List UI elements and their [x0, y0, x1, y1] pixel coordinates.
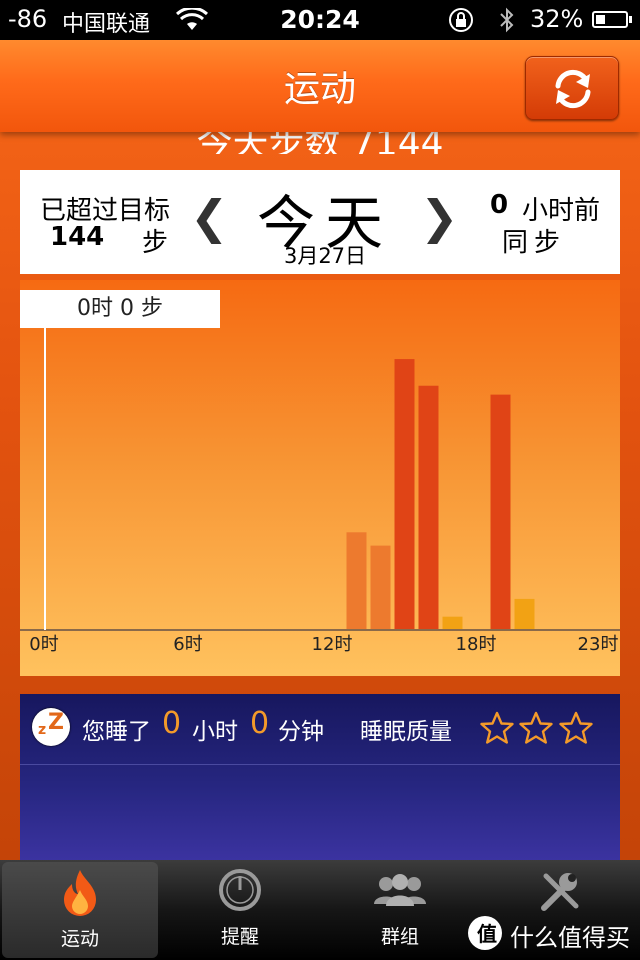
hourly-steps-chart[interactable]: 0时 6时 12时 18时 23时 0时 0 步	[20, 280, 620, 676]
refresh-button[interactable]	[525, 56, 619, 120]
chart-tooltip: 0时 0 步	[20, 290, 220, 328]
bar-chart-svg: 0时 6时 12时 18时 23时	[20, 359, 620, 655]
selected-date: 3月27日	[283, 244, 367, 268]
sync-hours-value: 0	[490, 190, 509, 220]
chart-bar-19[interactable]	[490, 394, 511, 630]
flame-icon	[64, 870, 96, 916]
goal-exceeded-unit: 步	[142, 228, 169, 258]
chevron-right-icon[interactable]: ❯	[420, 190, 459, 244]
battery-percentage: 32%	[530, 5, 584, 33]
chart-tick-label: 6时	[173, 634, 202, 655]
star-empty-icon	[519, 711, 553, 744]
tools-icon	[541, 873, 579, 911]
status-bar: -86 中国联通 20:24 32%	[0, 0, 640, 40]
rotation-lock-icon	[449, 8, 473, 32]
sleep-summary-row: z Z 您睡了 0 小时 0 分钟 睡眠质量	[20, 694, 620, 765]
sleep-hours-unit: 小时	[192, 719, 238, 745]
chart-bar-16[interactable]	[418, 385, 439, 630]
sync-label: 同步	[502, 228, 567, 258]
chart-bar-14[interactable]	[370, 545, 391, 630]
svg-text:值: 值	[477, 922, 497, 946]
sleep-hours-value: 0	[162, 706, 182, 741]
sleep-prefix: 您睡了	[82, 719, 151, 745]
chart-tick-label: 23时	[578, 634, 619, 655]
tab-group-label: 群组	[380, 926, 419, 948]
star-empty-icon	[480, 711, 514, 744]
chart-bar-15[interactable]	[394, 359, 415, 630]
tab-exercise[interactable]: 运动	[2, 862, 158, 958]
bluetooth-icon	[500, 7, 514, 33]
chart-tick-label: 18时	[456, 634, 497, 655]
star-empty-icon	[559, 711, 593, 744]
refresh-icon	[555, 69, 591, 109]
tab-reminder[interactable]: 提醒	[160, 860, 320, 960]
nav-bar: 运动	[0, 40, 640, 132]
chevron-left-icon[interactable]: ❮	[190, 190, 229, 244]
watermark-text: 什么值得买	[510, 924, 630, 952]
tab-exercise-label: 运动	[60, 928, 99, 950]
chart-tick-label: 12时	[312, 634, 353, 655]
battery-icon	[592, 11, 632, 28]
chart-bar-13[interactable]	[346, 532, 367, 630]
group-icon	[374, 874, 426, 906]
chart-cursor-line[interactable]	[44, 328, 46, 630]
goal-exceeded-value: 144	[50, 222, 105, 252]
sleep-minutes-value: 0	[250, 706, 270, 741]
sleep-zz-icon: z Z	[32, 708, 70, 746]
summary-panel: 已超过目标 144 步 ❮ 今天 3月27日 ❯ 0 小时前 同步	[20, 170, 620, 274]
sleep-minutes-unit: 分钟	[278, 719, 324, 745]
sleep-quality-label: 睡眠质量	[360, 719, 452, 745]
chart-tick-label: 0时	[29, 634, 58, 655]
watermark-logo-icon: 值	[468, 916, 502, 950]
chart-bar-17[interactable]	[442, 616, 463, 630]
clock-icon	[219, 869, 261, 911]
tab-group[interactable]: 群组	[320, 860, 480, 960]
chart-bar-20[interactable]	[514, 598, 535, 630]
sleep-panel[interactable]: z Z 您睡了 0 小时 0 分钟 睡眠质量	[20, 694, 620, 860]
tab-reminder-label: 提醒	[220, 926, 259, 948]
